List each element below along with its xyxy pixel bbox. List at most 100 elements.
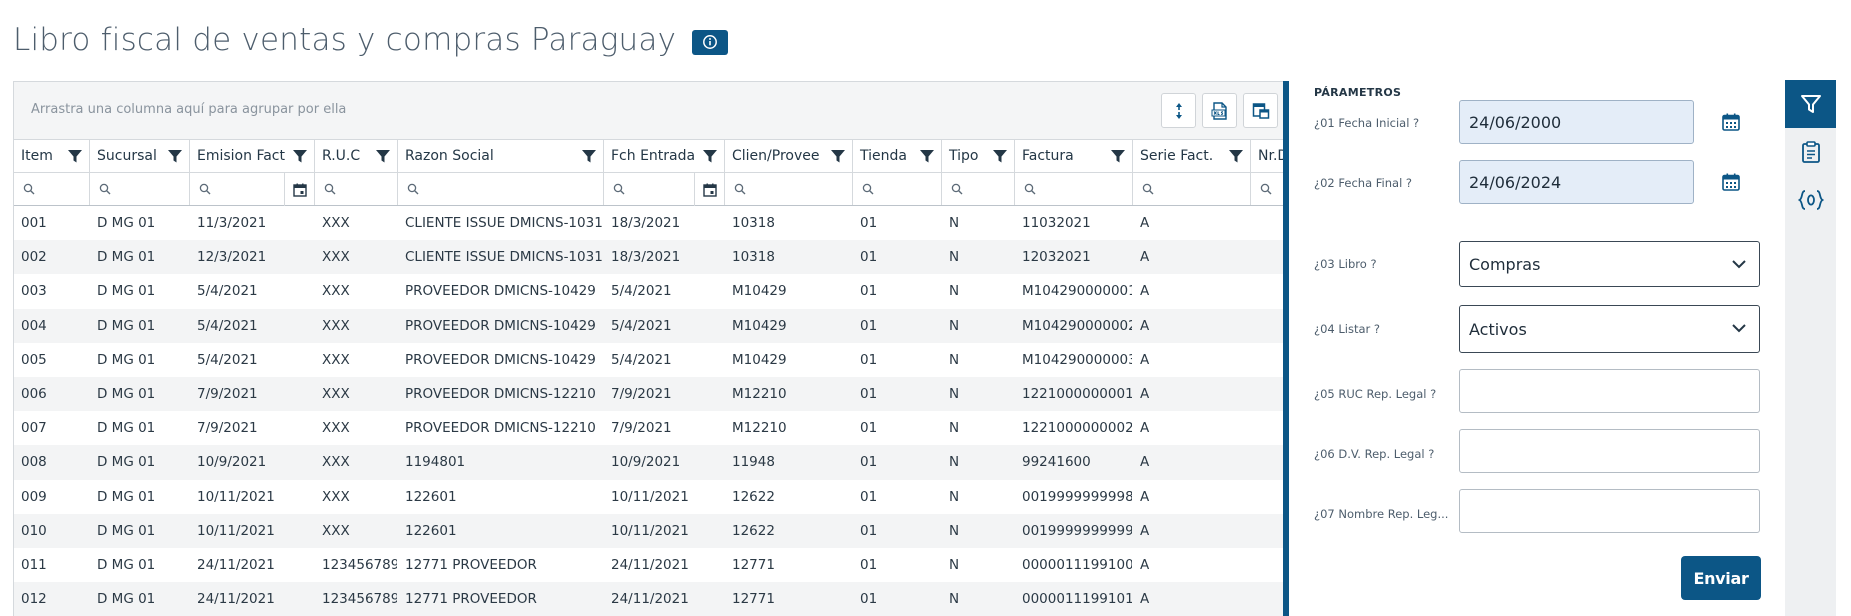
cell-item: 011 xyxy=(21,556,47,573)
cell-serie-fact: A xyxy=(1140,249,1150,266)
filter-input-item[interactable] xyxy=(14,173,90,205)
dv-rep-legal-input[interactable] xyxy=(1459,429,1760,473)
expand-collapse-button[interactable] xyxy=(1161,93,1196,128)
column-header-factura[interactable]: Factura xyxy=(1015,140,1133,172)
right-rail xyxy=(1785,80,1836,616)
cell-ruc: XXX xyxy=(322,351,350,368)
rail-clipboard-button[interactable] xyxy=(1785,128,1836,176)
cell-fch-entrada: 5/4/2021 xyxy=(611,317,672,334)
filter-icon[interactable] xyxy=(581,148,597,164)
cell-serie-fact: A xyxy=(1140,351,1150,368)
search-icon xyxy=(99,183,111,195)
table-row[interactable]: 003 D MG 01 5/4/2021 XXX PROVEEDOR DMICNS-10… xyxy=(14,274,1288,308)
column-header-item[interactable]: Item xyxy=(14,140,90,172)
column-header-razon-social[interactable]: Razon Social xyxy=(398,140,604,172)
fecha-inicial-input[interactable]: 24/06/2000 xyxy=(1459,100,1694,144)
columns-button[interactable] xyxy=(1243,93,1278,128)
rail-variables-button[interactable] xyxy=(1785,176,1836,224)
column-header-sucursal[interactable]: Sucursal xyxy=(90,140,190,172)
cell-tienda: 01 xyxy=(860,283,878,300)
date-picker-button[interactable] xyxy=(694,173,724,206)
cell-fch-entrada: 18/3/2021 xyxy=(611,249,681,266)
column-header-label: Fch Entrada xyxy=(611,148,696,164)
export-excel-button[interactable] xyxy=(1202,93,1237,128)
filter-icon[interactable] xyxy=(919,148,935,164)
filter-icon[interactable] xyxy=(167,148,183,164)
cell-tipo: N xyxy=(949,386,960,403)
column-header-label: Clien/Provee xyxy=(732,148,820,164)
export-excel-icon xyxy=(1211,101,1227,120)
column-header-emision-fact[interactable]: Emision Fact xyxy=(190,140,315,172)
filter-icon[interactable] xyxy=(67,148,83,164)
cell-sucursal: D MG 01 xyxy=(97,351,156,368)
column-header-serie-fact[interactable]: Serie Fact. xyxy=(1133,140,1251,172)
info-button[interactable] xyxy=(692,29,729,55)
cell-item: 005 xyxy=(21,351,47,368)
filter-input-clien-provee[interactable] xyxy=(725,173,853,205)
column-header-label: Razon Social xyxy=(405,148,494,164)
table-row[interactable]: 009 D MG 01 10/11/2021 XXX 122601 10/11/2021 1… xyxy=(14,480,1288,514)
filter-icon[interactable] xyxy=(830,148,846,164)
ruc-rep-legal-input[interactable] xyxy=(1459,369,1760,413)
cell-serie-fact: A xyxy=(1140,215,1150,232)
cell-item: 008 xyxy=(21,454,47,471)
cell-sucursal: D MG 01 xyxy=(97,249,156,266)
cell-tienda: 01 xyxy=(860,386,878,403)
column-header-ruc[interactable]: R.U.C xyxy=(315,140,398,172)
group-panel[interactable]: Arrastra una columna aquí para agrupar p… xyxy=(14,82,1288,140)
cell-clien-provee: M12210 xyxy=(732,386,787,403)
filter-icon[interactable] xyxy=(292,148,308,164)
table-row[interactable]: 011 D MG 01 24/11/2021 123456789 12771 PROVE… xyxy=(14,548,1288,582)
filter-icon[interactable] xyxy=(375,148,391,164)
fecha-final-input[interactable]: 24/06/2024 xyxy=(1459,160,1694,204)
listar-select[interactable]: Activos xyxy=(1459,305,1760,353)
filter-input-fch-entrada[interactable] xyxy=(604,173,725,206)
column-header-tipo[interactable]: Tipo xyxy=(942,140,1015,172)
fecha-inicial-calendar-button[interactable] xyxy=(1718,109,1744,135)
filter-input-tienda[interactable] xyxy=(853,173,942,205)
fecha-final-calendar-button[interactable] xyxy=(1718,169,1744,195)
cell-razon-social: CLIENTE ISSUE DMICNS-10318 xyxy=(405,249,604,266)
table-row[interactable]: 012 D MG 01 24/11/2021 123456789 12771 PROVE… xyxy=(14,582,1288,616)
filter-input-tipo[interactable] xyxy=(942,173,1015,205)
filter-icon[interactable] xyxy=(702,148,718,164)
filter-input-factura[interactable] xyxy=(1015,173,1133,205)
table-row[interactable]: 010 D MG 01 10/11/2021 XXX 122601 10/11/2021 1… xyxy=(14,513,1288,548)
column-header-fch-entrada[interactable]: Fch Entrada xyxy=(604,140,725,172)
cell-tipo: N xyxy=(949,454,960,471)
filter-icon[interactable] xyxy=(1228,148,1244,164)
search-icon xyxy=(734,183,746,195)
filter-icon[interactable] xyxy=(1110,148,1126,164)
table-row[interactable]: 001 D MG 01 11/3/2021 XXX CLIENTE ISSUE DMIC… xyxy=(14,206,1288,240)
search-icon xyxy=(199,183,211,195)
filter-icon[interactable] xyxy=(992,148,1008,164)
cell-clien-provee: 10318 xyxy=(732,249,775,266)
filter-input-razon-social[interactable] xyxy=(398,173,604,205)
rail-filter-button[interactable] xyxy=(1785,80,1836,128)
nombre-rep-legal-input[interactable] xyxy=(1459,489,1760,533)
table-row[interactable]: 006 D MG 01 7/9/2021 XXX PROVEEDOR DMICNS-12… xyxy=(14,376,1288,412)
cell-serie-fact: A xyxy=(1140,488,1150,505)
panel-splitter[interactable] xyxy=(1283,81,1289,616)
filter-input-sucursal[interactable] xyxy=(90,173,190,205)
table-row[interactable]: 007 D MG 01 7/9/2021 XXX PROVEEDOR DMICNS-12… xyxy=(14,411,1288,445)
enviar-button[interactable]: Enviar xyxy=(1681,556,1761,600)
cell-fch-entrada: 10/11/2021 xyxy=(611,522,689,539)
cell-razon-social: 12771 PROVEEDOR xyxy=(405,556,537,573)
table-row[interactable]: 002 D MG 01 12/3/2021 XXX CLIENTE ISSUE DMIC… xyxy=(14,240,1288,275)
table-row[interactable]: 005 D MG 01 5/4/2021 XXX PROVEEDOR DMICNS-10… xyxy=(14,343,1288,377)
search-icon xyxy=(951,183,963,195)
filter-input-serie-fact[interactable] xyxy=(1133,173,1251,205)
column-headers: Item Sucursal Emision Fact R.U.C Razon S… xyxy=(14,140,1288,173)
table-row[interactable]: 008 D MG 01 10/9/2021 XXX 1194801 10/9/2021 11… xyxy=(14,445,1288,480)
column-header-tienda[interactable]: Tienda xyxy=(853,140,942,172)
libro-select[interactable]: Compras xyxy=(1459,241,1760,287)
table-row[interactable]: 004 D MG 01 5/4/2021 XXX PROVEEDOR DMICNS-10… xyxy=(14,308,1288,343)
filter-input-ruc[interactable] xyxy=(315,173,398,205)
filter-input-emision-fact[interactable] xyxy=(190,173,315,206)
column-header-clien-provee[interactable]: Clien/Provee xyxy=(725,140,853,172)
column-header-label: Tienda xyxy=(860,148,907,164)
cell-item: 009 xyxy=(21,488,47,505)
date-picker-button[interactable] xyxy=(284,173,314,206)
filter-row xyxy=(14,173,1288,206)
